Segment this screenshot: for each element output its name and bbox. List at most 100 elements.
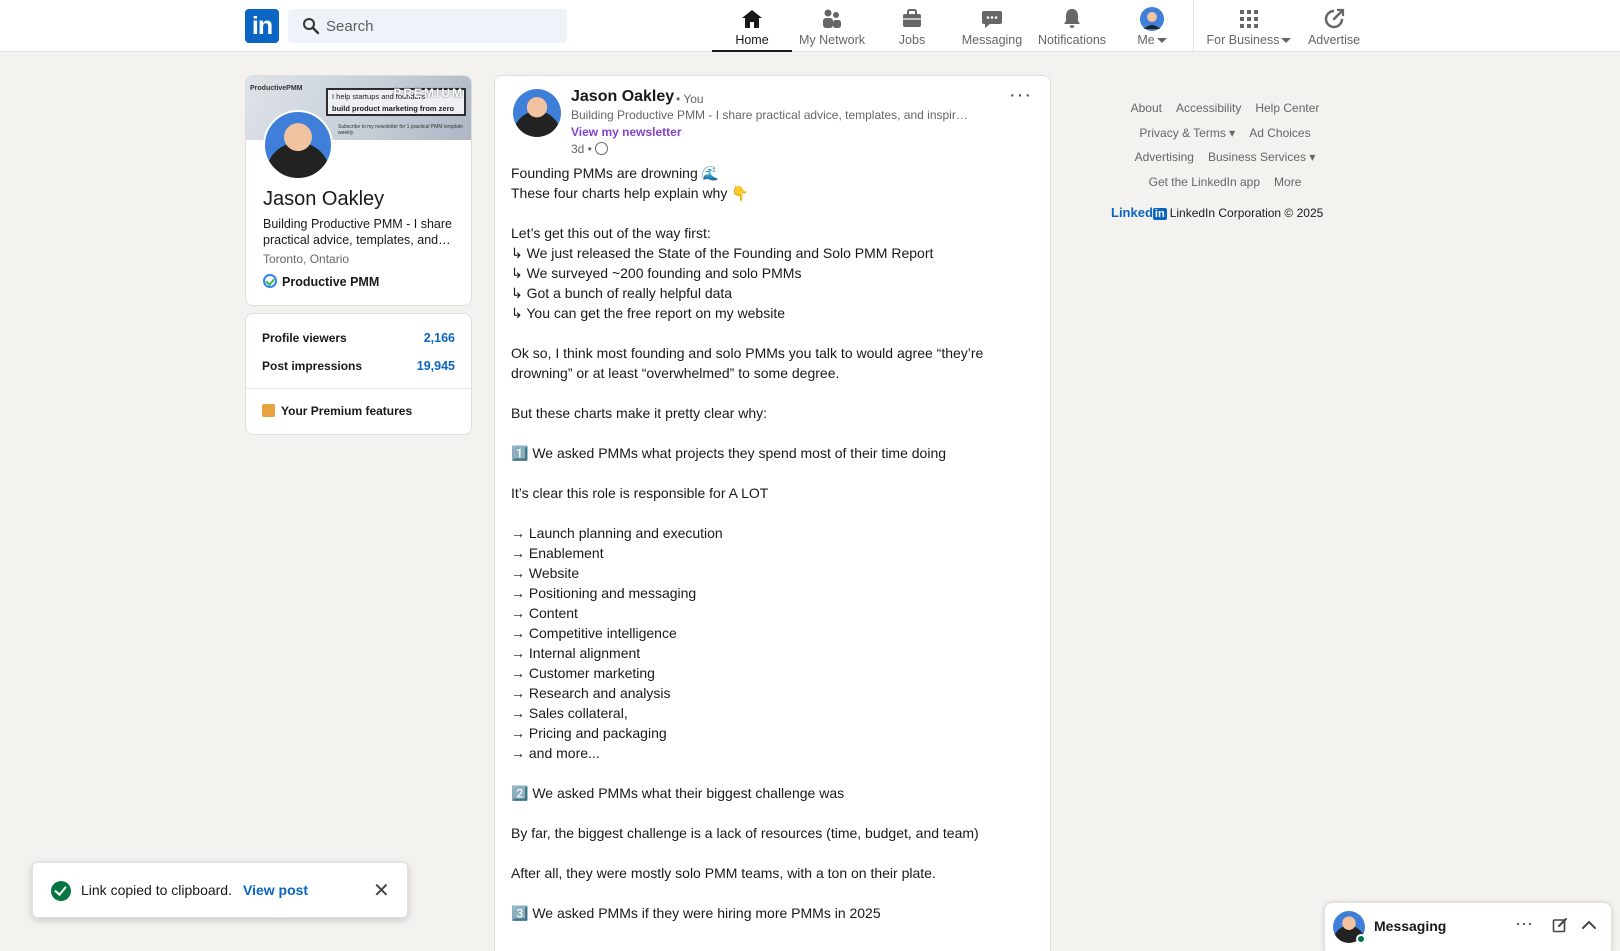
premium-features-link[interactable]: Your Premium features <box>262 404 412 418</box>
profile-viewers-label[interactable]: Profile viewers <box>262 331 347 345</box>
post-body: Founding PMMs are drowning 🌊 These four c… <box>511 163 1031 923</box>
close-icon[interactable]: ✕ <box>373 878 390 903</box>
premium-icon <box>262 404 275 417</box>
profile-avatar[interactable] <box>263 110 333 180</box>
linkedin-logo[interactable]: in <box>245 9 279 43</box>
post-blank-line <box>511 763 1031 783</box>
footer-link[interactable]: Privacy & Terms ▾ <box>1139 126 1235 140</box>
profile-card: ProductivePMM I help startups and founde… <box>245 75 472 306</box>
post-line: By far, the biggest challenge is a lack … <box>511 825 979 841</box>
profile-viewers-value[interactable]: 2,166 <box>424 331 455 345</box>
toast-message: Link copied to clipboard. <box>81 882 232 898</box>
post-line: ↳ We surveyed ~200 founding and solo PMM… <box>511 265 802 281</box>
post-author-headline: Building Productive PMM - I share practi… <box>571 108 968 122</box>
footer-link[interactable]: Get the LinkedIn app <box>1149 175 1260 189</box>
post-impressions-value[interactable]: 19,945 <box>417 359 455 373</box>
footer-link[interactable]: Help Center <box>1255 101 1319 115</box>
post-blank-line <box>511 843 1031 863</box>
banner-subscribe: Subscribe to my newsletter for 1 practic… <box>338 124 464 136</box>
post-more-menu[interactable]: ··· <box>1009 84 1032 107</box>
nav-my-network-label: My Network <box>799 33 865 47</box>
network-icon <box>823 9 841 28</box>
compose-icon[interactable] <box>1552 917 1568 933</box>
footer-link[interactable]: Ad Choices <box>1249 126 1310 140</box>
post-blank-line <box>511 423 1031 443</box>
post-blank-line <box>511 503 1031 523</box>
view-newsletter-link[interactable]: View my newsletter <box>571 125 682 139</box>
post-author-avatar[interactable] <box>513 89 561 137</box>
post-line: → Pricing and packaging <box>511 725 667 741</box>
premium-badge: PREMIUM <box>393 86 464 100</box>
stats-card: Profile viewers 2,166 Post impressions 1… <box>245 313 472 435</box>
profile-name[interactable]: Jason Oakley <box>263 188 384 211</box>
post-line: → Competitive intelligence <box>511 625 677 641</box>
post-line: ↳ We just released the State of the Foun… <box>511 245 934 261</box>
post-line: 2️⃣ We asked PMMs what their biggest cha… <box>511 785 845 801</box>
post-line: → Positioning and messaging <box>511 585 697 601</box>
search-input[interactable] <box>326 9 556 43</box>
messaging-title[interactable]: Messaging <box>1374 918 1446 934</box>
post-blank-line <box>511 463 1031 483</box>
post-line: These four charts help explain why 👇 <box>511 185 749 201</box>
post-blank-line <box>511 383 1031 403</box>
footer-links-row: Get the LinkedIn app More <box>1100 170 1350 195</box>
post-line: But these charts make it pretty clear wh… <box>511 405 767 421</box>
check-icon <box>51 881 71 901</box>
footer-brand-box: in <box>1152 208 1167 220</box>
nav-for-business-label: For Business <box>1204 33 1294 47</box>
nav-home[interactable]: Home <box>712 0 792 52</box>
nav-me[interactable]: Me <box>1112 0 1192 52</box>
post-impressions-label[interactable]: Post impressions <box>262 359 362 373</box>
nav-for-business[interactable]: For Business <box>1204 0 1294 52</box>
home-icon <box>742 10 762 28</box>
nav-jobs[interactable]: Jobs <box>872 0 952 52</box>
banner-brand: ProductivePMM <box>250 85 303 92</box>
premium-features-label: Your Premium features <box>281 404 413 418</box>
footer-links-row: Privacy & Terms ▾ Ad Choices <box>1100 121 1350 146</box>
post-line: → Launch planning and execution <box>511 525 723 541</box>
company-icon <box>263 274 277 288</box>
nav-messaging[interactable]: Messaging <box>952 0 1032 52</box>
footer-link[interactable]: About <box>1131 101 1162 115</box>
footer-link[interactable]: Accessibility <box>1176 101 1241 115</box>
chevron-up-icon[interactable] <box>1581 917 1597 933</box>
messaging-more-icon[interactable]: ··· <box>1515 913 1533 934</box>
copyright-text: LinkedIn Corporation © 2025 <box>1169 206 1324 220</box>
nav-me-label: Me <box>1112 33 1192 47</box>
post-blank-line <box>511 203 1031 223</box>
footer-link[interactable]: More <box>1274 175 1301 189</box>
chevron-down-icon <box>1156 38 1167 44</box>
post-line: → Enablement <box>511 545 604 561</box>
nav-my-network[interactable]: My Network <box>792 0 872 52</box>
globe-icon <box>594 142 608 155</box>
nav-advertise-label: Advertise <box>1307 33 1361 47</box>
post-line: 3️⃣ We asked PMMs if they were hiring mo… <box>511 905 881 921</box>
footer-links-row: About Accessibility Help Center <box>1100 96 1350 121</box>
link-copied-toast: Link copied to clipboard. View post ✕ <box>32 862 408 918</box>
post-line: → Content <box>511 605 578 621</box>
post-you-label: • You <box>676 92 704 106</box>
top-nav: in Home My Network Jobs Messaging Notifi… <box>0 0 1620 52</box>
search-box[interactable] <box>288 9 567 43</box>
view-post-link[interactable]: View post <box>243 882 308 898</box>
search-icon <box>303 18 320 35</box>
post-author-name[interactable]: Jason Oakley <box>571 88 674 106</box>
post-line: ↳ Got a bunch of really helpful data <box>511 285 733 301</box>
post-line: → Internal alignment <box>511 645 641 661</box>
nav-notifications[interactable]: Notifications <box>1032 0 1112 52</box>
profile-company[interactable]: Productive PMM <box>263 274 379 289</box>
chevron-down-icon <box>1281 38 1292 44</box>
messaging-dock[interactable]: Messaging ··· <box>1324 902 1612 951</box>
post-time-label: 3d • <box>571 142 592 156</box>
nav-home-label: Home <box>735 33 769 47</box>
banner-tagline-2: build product marketing from zero <box>332 104 455 113</box>
footer-linkedin-logo: Linked in <box>1111 205 1170 220</box>
advertise-icon <box>1324 8 1345 29</box>
nav-advertise[interactable]: Advertise <box>1296 0 1372 52</box>
profile-company-label: Productive PMM <box>282 275 380 289</box>
stats-divider <box>246 388 471 389</box>
bell-icon <box>1064 9 1080 28</box>
footer-links: About Accessibility Help Center Privacy & T… <box>1100 96 1350 194</box>
footer-link[interactable]: Advertising <box>1135 150 1194 164</box>
footer-link[interactable]: Business Services ▾ <box>1208 150 1315 164</box>
